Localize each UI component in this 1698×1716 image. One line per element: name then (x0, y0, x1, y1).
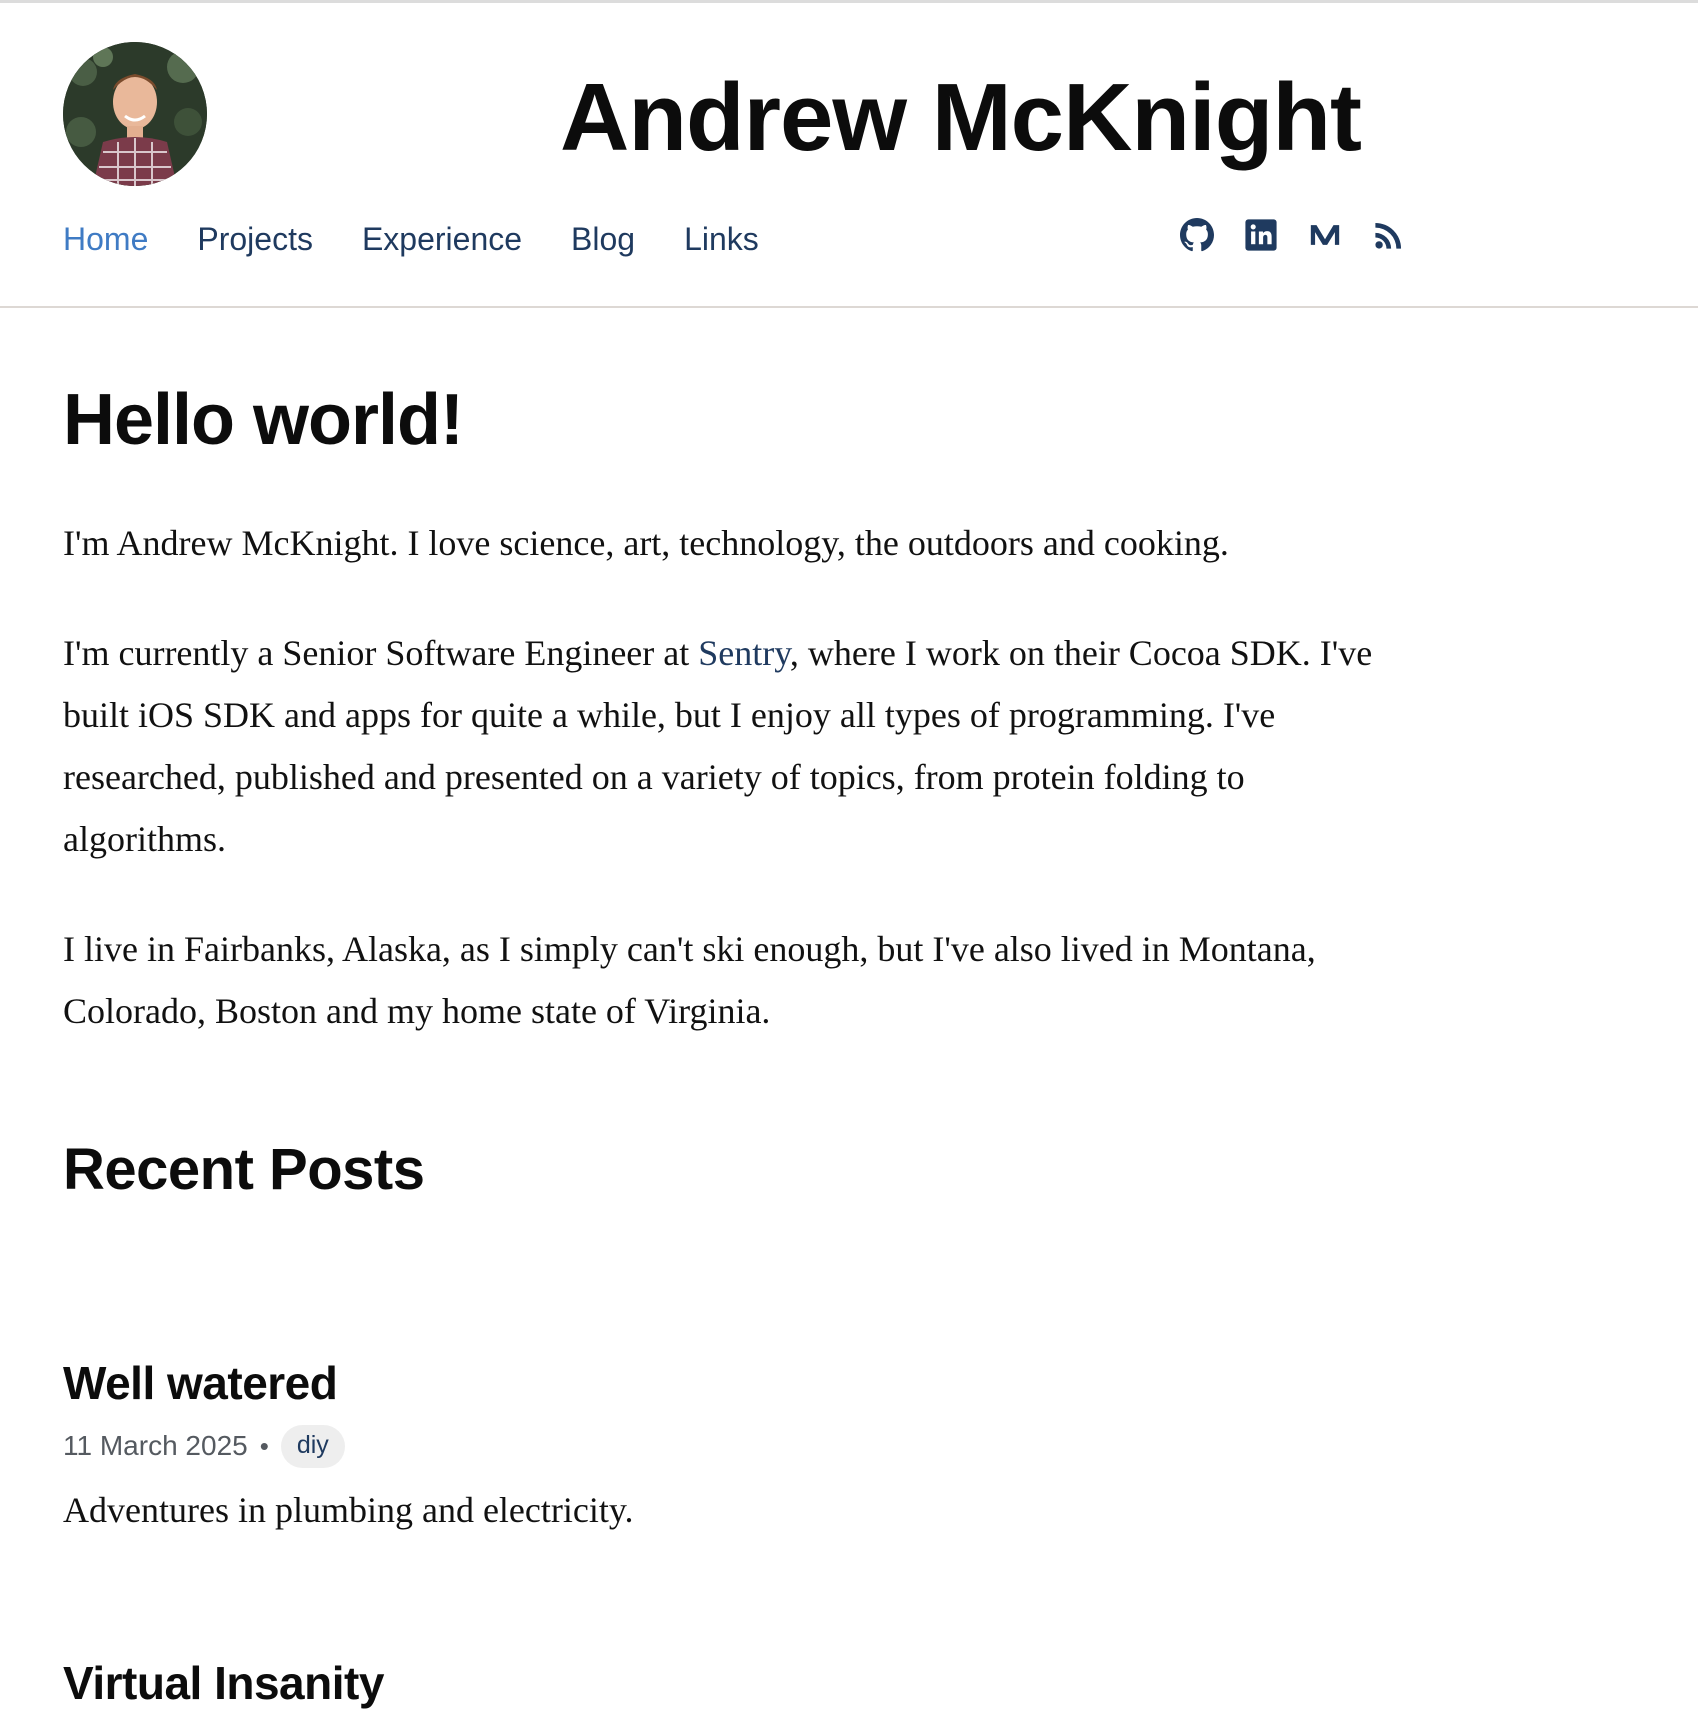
post-tag[interactable]: diy (280, 1424, 345, 1468)
github-icon[interactable] (1180, 218, 1214, 252)
nav-projects[interactable]: Projects (197, 221, 313, 258)
post-title[interactable]: Well watered (63, 1355, 1393, 1411)
medium-icon[interactable] (1308, 218, 1342, 252)
intro-paragraph-2: I'm currently a Senior Software Engineer… (63, 622, 1393, 870)
rss-icon[interactable] (1372, 218, 1406, 252)
sentry-link[interactable]: Sentry (698, 633, 790, 673)
intro-paragraph-3: I live in Fairbanks, Alaska, as I simply… (63, 929, 1316, 1031)
nav-blog[interactable]: Blog (571, 221, 635, 258)
main-nav: Home Projects Experience Blog Links (63, 214, 808, 264)
avatar[interactable] (63, 42, 207, 186)
nav-links[interactable]: Links (684, 221, 759, 258)
meta-separator: • (259, 1430, 269, 1461)
post-item: Well watered 11 March 2025 • diy Adventu… (63, 1355, 1393, 1541)
intro-heading: Hello world! (63, 380, 464, 460)
post-description: Adventures in plumbing and electricity. (63, 1490, 634, 1530)
site-title[interactable]: Andrew McKnight (560, 62, 1460, 174)
recent-posts-heading: Recent Posts (63, 1137, 425, 1202)
social-links (1180, 218, 1406, 252)
avatar-image (63, 42, 207, 186)
post-meta: 11 March 2025 • diy (63, 1423, 1393, 1469)
main-content: Hello world! I'm Andrew McKnight. I love… (63, 370, 1393, 1709)
browser-top-strip (0, 0, 1698, 3)
intro-paragraph-1: I'm Andrew McKnight. I love science, art… (63, 523, 1229, 563)
intro-paragraph-2-start: I'm currently a Senior Software Engineer… (63, 633, 699, 673)
post-date: 11 March 2025 (63, 1430, 248, 1461)
post-title[interactable]: Virtual Insanity (63, 1655, 1393, 1711)
nav-experience[interactable]: Experience (362, 221, 522, 258)
linkedin-icon[interactable] (1244, 218, 1278, 252)
nav-home[interactable]: Home (63, 221, 148, 258)
header-divider (0, 306, 1698, 308)
post-item: Virtual Insanity (63, 1655, 1393, 1711)
